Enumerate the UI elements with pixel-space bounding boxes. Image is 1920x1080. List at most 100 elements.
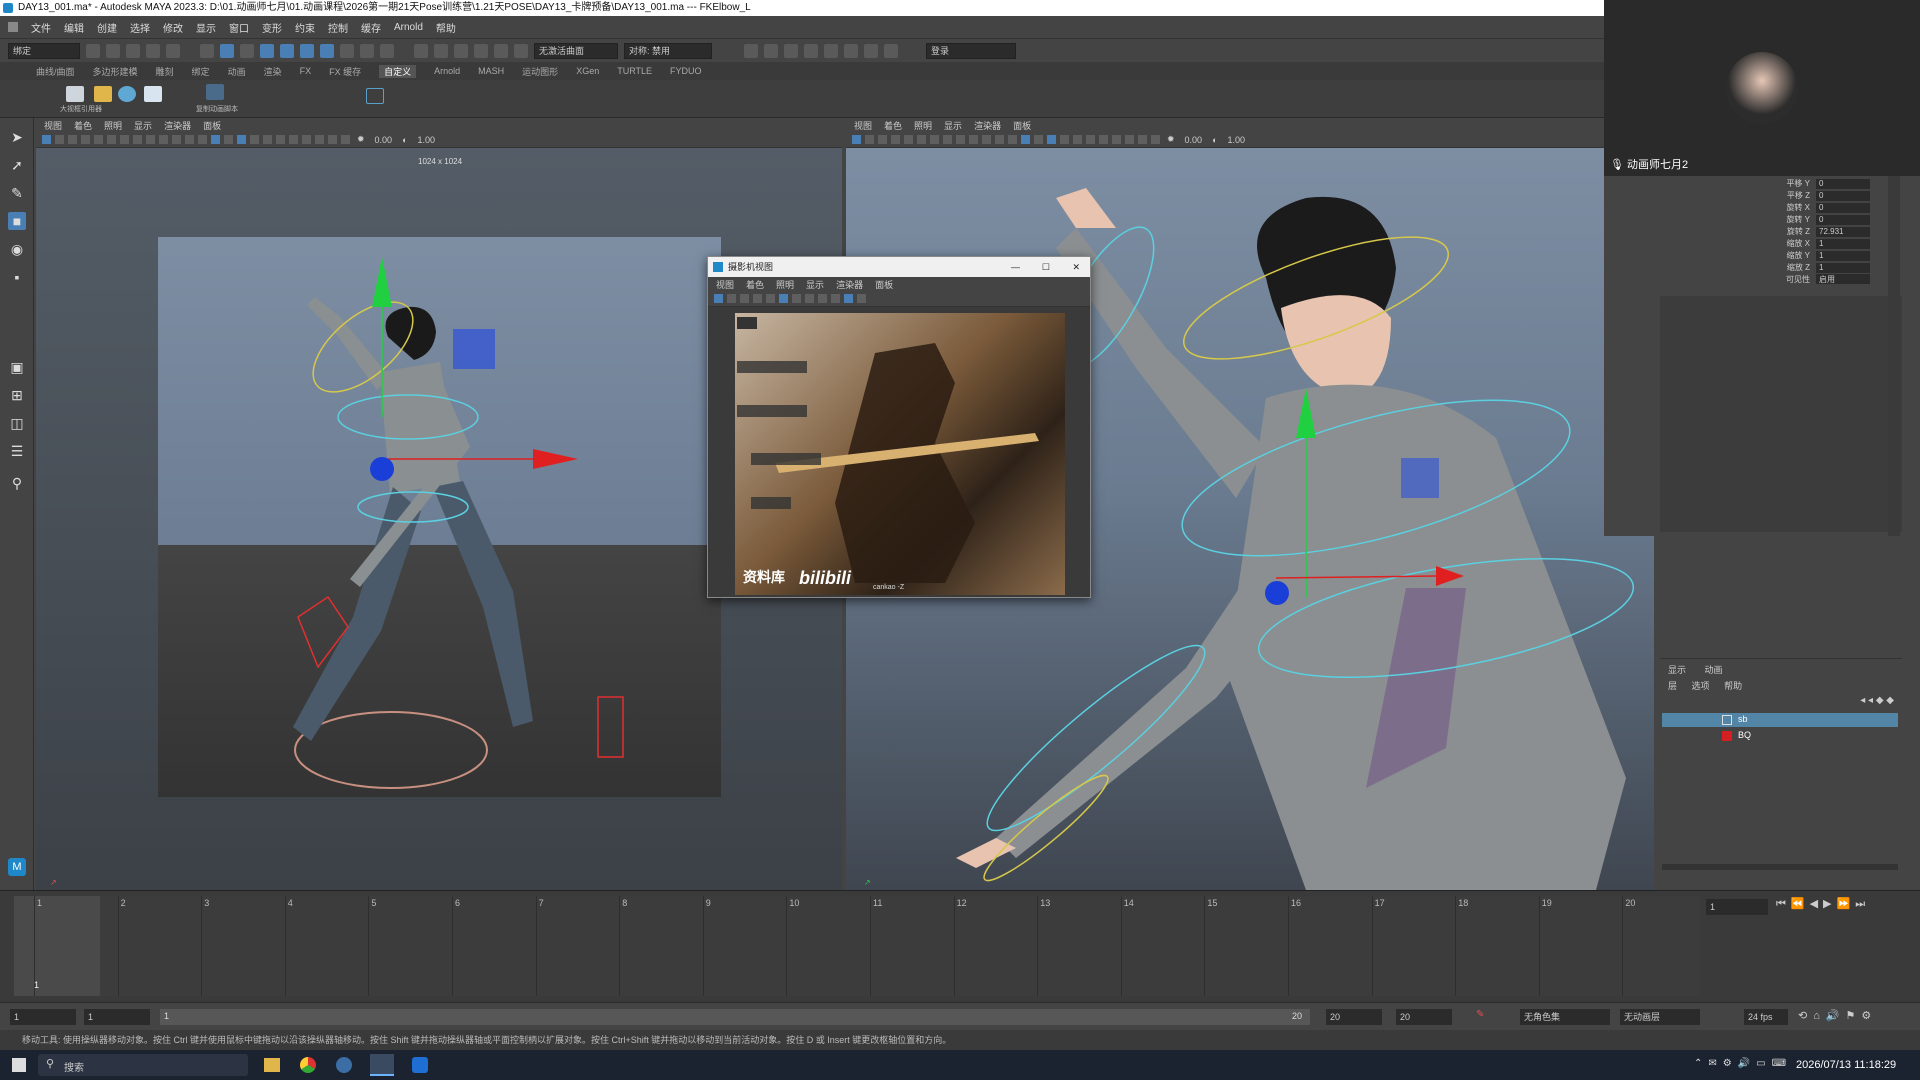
shelf-tab-curves[interactable]: 曲线/曲面 xyxy=(36,65,75,78)
grease-pencil-icon[interactable] xyxy=(917,135,926,144)
menu-arnold[interactable]: Arnold xyxy=(394,22,423,33)
channel-scale-x[interactable]: 缩放 X1 xyxy=(1780,238,1880,249)
outliner-layout-icon[interactable]: ☰ xyxy=(8,442,26,460)
layer-row[interactable]: BQ xyxy=(1662,729,1898,743)
layer-name[interactable]: sb xyxy=(1738,714,1748,724)
smooth-shade-icon[interactable] xyxy=(1021,135,1030,144)
shelf-tab-xgen[interactable]: XGen xyxy=(576,66,599,76)
layer-color-swatch[interactable] xyxy=(1722,731,1732,741)
range-tool-icons[interactable]: ⟲⌂🔊⚑⚙ xyxy=(1798,1009,1877,1022)
ao-icon[interactable] xyxy=(276,135,285,144)
film-gate-icon[interactable] xyxy=(740,294,749,303)
maya-taskbar-icon[interactable] xyxy=(370,1054,394,1076)
camera-select-icon[interactable] xyxy=(714,294,723,303)
wireframe-icon[interactable] xyxy=(1008,135,1017,144)
menu-edit[interactable]: 编辑 xyxy=(64,20,84,35)
layer-tool-icons[interactable]: ◂ ◂ ◆ ◆ xyxy=(1860,695,1894,706)
render-view-icon[interactable] xyxy=(744,43,758,58)
hypershade-icon[interactable] xyxy=(824,43,838,58)
grease-pencil-icon[interactable] xyxy=(107,135,116,144)
current-frame-field[interactable]: 1 xyxy=(1706,899,1768,915)
layout-four-icon[interactable]: ⊞ xyxy=(8,386,26,404)
dof-icon[interactable] xyxy=(1125,135,1134,144)
lights-icon[interactable] xyxy=(250,135,259,144)
shelf-tab-mash[interactable]: MASH xyxy=(478,66,504,76)
float-menu-show[interactable]: 显示 xyxy=(806,278,824,291)
render-frame-icon[interactable] xyxy=(764,43,778,58)
gate-mask-icon[interactable] xyxy=(969,135,978,144)
isolate-icon[interactable] xyxy=(328,135,337,144)
render-setup-icon[interactable] xyxy=(844,43,858,58)
vp-menu-renderer[interactable]: 渲染器 xyxy=(164,119,191,132)
aa-icon[interactable] xyxy=(1112,135,1121,144)
motion-blur-icon[interactable] xyxy=(289,135,298,144)
undo-icon[interactable] xyxy=(146,43,160,58)
menu-windows[interactable]: 窗口 xyxy=(229,20,249,35)
ref-view-icon[interactable] xyxy=(66,86,84,102)
mask-surface-icon[interactable] xyxy=(300,43,314,58)
channel-scale-y[interactable]: 缩放 Y1 xyxy=(1780,250,1880,261)
channel-translate-z[interactable]: 平移 Z0 xyxy=(1780,190,1880,201)
anim-end-field[interactable]: 20 xyxy=(1396,1009,1452,1025)
grid-icon[interactable] xyxy=(727,294,736,303)
smooth-shade-icon[interactable] xyxy=(779,294,788,303)
menu-display[interactable]: 显示 xyxy=(196,20,216,35)
menu-deform[interactable]: 变形 xyxy=(262,20,282,35)
layer-row[interactable]: sb xyxy=(1662,713,1898,727)
shelf-tab-arnold[interactable]: Arnold xyxy=(434,66,460,76)
textured-icon[interactable] xyxy=(237,135,246,144)
aa-icon[interactable] xyxy=(857,294,866,303)
paint-select-icon[interactable]: ✎ xyxy=(8,184,26,202)
side-tabs[interactable] xyxy=(1888,176,1900,536)
dof-icon[interactable] xyxy=(315,135,324,144)
login-dropdown[interactable]: 登录 xyxy=(926,42,1016,59)
menu-set-dropdown[interactable]: 绑定 xyxy=(8,42,80,59)
menu-create[interactable]: 创建 xyxy=(97,20,117,35)
vp-menu-show[interactable]: 显示 xyxy=(944,119,962,132)
folder-icon[interactable] xyxy=(94,86,112,102)
safe-action-icon[interactable] xyxy=(185,135,194,144)
layer-menu-options[interactable]: 选项 xyxy=(1692,681,1710,691)
menu-file[interactable]: 文件 xyxy=(31,20,51,35)
layer-scrollbar[interactable] xyxy=(1662,864,1898,870)
move-tool-icon[interactable]: ■ xyxy=(8,212,26,230)
bookmark-icon[interactable] xyxy=(68,135,77,144)
shelf-tab-rigging[interactable]: 绑定 xyxy=(192,65,210,78)
exposure-field[interactable]: 0.00 xyxy=(1185,135,1203,145)
snap-live-icon[interactable] xyxy=(514,43,528,58)
exposure-field[interactable]: 0.00 xyxy=(375,135,393,145)
camera-select-icon[interactable] xyxy=(42,135,51,144)
safe-action-icon[interactable] xyxy=(995,135,1004,144)
anim-start-field[interactable]: 1 xyxy=(10,1009,76,1025)
layer-menu-help[interactable]: 帮助 xyxy=(1724,681,1742,691)
shelf-tab-fx-cache[interactable]: FX 缓存 xyxy=(329,65,361,78)
film-gate-icon[interactable] xyxy=(133,135,142,144)
smooth-shade-icon[interactable] xyxy=(211,135,220,144)
textured-icon[interactable] xyxy=(1047,135,1056,144)
new-scene-icon[interactable] xyxy=(86,43,100,58)
gamma-field[interactable]: 1.00 xyxy=(1228,135,1246,145)
float-menu-lighting[interactable]: 照明 xyxy=(776,278,794,291)
select-object-icon[interactable] xyxy=(220,43,234,58)
grid-icon[interactable] xyxy=(120,135,129,144)
menu-control[interactable]: 控制 xyxy=(328,20,348,35)
close-icon[interactable]: ✕ xyxy=(1072,257,1080,277)
shelf-tab-custom[interactable]: 自定义 xyxy=(379,64,417,78)
float-menu-renderer[interactable]: 渲染器 xyxy=(836,278,863,291)
layout-two-icon[interactable]: ◫ xyxy=(8,414,26,432)
file-explorer-icon[interactable] xyxy=(264,1058,280,1072)
2d-pan-icon[interactable] xyxy=(94,135,103,144)
shelf-tab-poly[interactable]: 多边形建模 xyxy=(93,65,138,78)
ipr-render-icon[interactable] xyxy=(784,43,798,58)
resolution-gate-icon[interactable] xyxy=(146,135,155,144)
menu-cache[interactable]: 缓存 xyxy=(361,20,381,35)
xray-icon[interactable] xyxy=(818,294,827,303)
rotate-tool-icon[interactable]: ◉ xyxy=(8,240,26,258)
isolate-icon[interactable] xyxy=(1138,135,1147,144)
layer-tab-display[interactable]: 显示 xyxy=(1668,665,1686,675)
search-icon[interactable]: ⚲ xyxy=(8,474,26,492)
mask-dynamic-icon[interactable] xyxy=(340,43,354,58)
anim-layer-dropdown[interactable]: 无动画层 xyxy=(1620,1009,1700,1025)
range-bar[interactable]: 1 20 xyxy=(160,1009,1310,1025)
lights-icon[interactable] xyxy=(792,294,801,303)
